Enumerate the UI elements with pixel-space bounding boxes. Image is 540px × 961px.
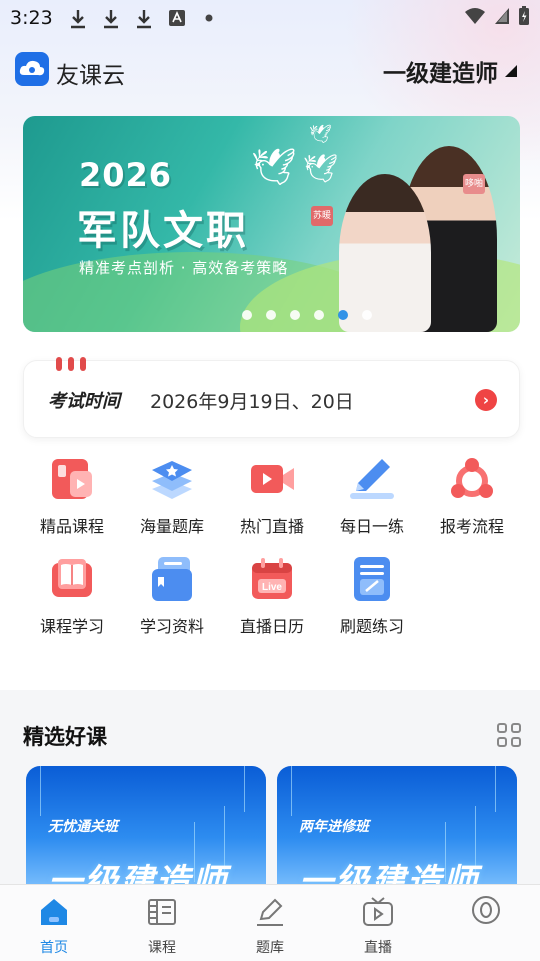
- course-icon: [148, 899, 176, 925]
- status-bar: 3:23: [0, 0, 540, 36]
- home-icon: [41, 899, 67, 925]
- menu-item-premium-courses[interactable]: 精品课程: [22, 455, 122, 537]
- bottom-nav: 首页 课程 题库 直播: [0, 884, 540, 961]
- question-bank-icon: [257, 898, 283, 926]
- menu-label: 海量题库: [139, 517, 204, 536]
- promo-banner[interactable]: 🕊 🕊 🕊 2026 军队文职 精准考点剖析 · 高效备考策略 苏暖 哆啪: [23, 116, 520, 332]
- book-icon: [48, 555, 96, 603]
- wifi-icon: [465, 8, 485, 24]
- more-notifications-dot-icon: [205, 14, 213, 22]
- menu-item-study-materials[interactable]: 学习资料: [122, 555, 222, 637]
- app-header: 友课云 一级建造师: [0, 48, 540, 92]
- course-card[interactable]: 无忧通关班 一级建造师: [26, 766, 266, 896]
- nav-tab-question-bank[interactable]: 题库: [235, 895, 305, 957]
- nav-tab-profile[interactable]: [451, 895, 521, 937]
- profile-icon: [472, 896, 500, 924]
- menu-label: 刷题练习: [339, 617, 404, 636]
- status-time: 3:23: [10, 7, 53, 29]
- menu-label: 学习资料: [139, 617, 204, 636]
- carousel-dot[interactable]: [313, 310, 324, 320]
- menu-item-course-study[interactable]: 课程学习: [22, 555, 122, 637]
- carousel-indicator: [23, 310, 520, 320]
- menu-item-live-calendar[interactable]: Live 直播日历: [222, 555, 322, 637]
- menu-label: 课程学习: [39, 617, 104, 636]
- bird-decoration-icon: 🕊: [309, 124, 332, 145]
- menu-item-question-practice[interactable]: 刷题练习: [322, 555, 422, 637]
- video-card-icon: [48, 455, 96, 503]
- svg-text:Live: Live: [262, 582, 282, 593]
- menu-label: 精品课程: [39, 517, 104, 536]
- calendar-live-icon: Live: [248, 555, 296, 603]
- download-icon: [137, 10, 151, 29]
- exam-time-label: 考试时间: [48, 387, 120, 413]
- menu-item-daily-practice[interactable]: 每日一练: [322, 455, 422, 537]
- pin-decoration: [56, 357, 86, 371]
- menu-label: 报考流程: [439, 517, 504, 536]
- carousel-dot[interactable]: [241, 310, 252, 320]
- carousel-dot[interactable]: [265, 310, 276, 320]
- carousel-dot[interactable]: [289, 310, 300, 320]
- pencil-icon: [348, 455, 396, 503]
- exam-time-card[interactable]: 考试时间 2026年9月19日、20日 ›: [23, 357, 520, 438]
- menu-item-hot-live[interactable]: 热门直播: [222, 455, 322, 537]
- nav-label: 直播: [364, 940, 392, 956]
- signal-icon: [495, 8, 509, 24]
- nav-tab-courses[interactable]: 课程: [127, 895, 197, 957]
- tv-icon: [363, 897, 393, 926]
- course-badge: 无忧通关班: [48, 819, 118, 835]
- course-card[interactable]: 两年进修班 一级建造师: [277, 766, 517, 896]
- banner-title: 军队文职: [77, 208, 249, 254]
- app-logo-icon: [15, 52, 49, 86]
- layer-stack-icon: [148, 455, 196, 503]
- bird-decoration-icon: 🕊: [303, 152, 339, 185]
- menu-item-registration-process[interactable]: 报考流程: [422, 455, 522, 537]
- teacher-name-tag: 哆啪: [463, 174, 485, 194]
- grid-view-icon[interactable]: [497, 723, 521, 747]
- menu-item-question-bank[interactable]: 海量题库: [122, 455, 222, 537]
- dropdown-triangle-icon: [505, 65, 517, 77]
- flow-circle-icon: [448, 455, 496, 503]
- teacher-photo: [339, 174, 431, 332]
- bird-decoration-icon: 🕊: [251, 147, 297, 188]
- nav-tab-home[interactable]: 首页: [19, 895, 89, 957]
- nav-label: 课程: [148, 940, 176, 956]
- nav-label: 题库: [256, 940, 284, 956]
- app-notification-icon: [169, 10, 185, 26]
- teacher-name-tag: 苏暖: [311, 206, 333, 226]
- download-icon: [71, 10, 85, 29]
- nav-tab-live[interactable]: 直播: [343, 895, 413, 957]
- documents-icon: [148, 555, 196, 603]
- download-icon: [104, 10, 118, 29]
- nav-label: 首页: [40, 940, 68, 956]
- carousel-dot-active[interactable]: [337, 310, 348, 320]
- chevron-right-icon[interactable]: ›: [475, 389, 497, 411]
- course-badge: 两年进修班: [299, 819, 369, 835]
- menu-label: 每日一练: [339, 517, 404, 536]
- app-name: 友课云: [56, 63, 125, 89]
- exam-date: 2026年9月19日、20日: [150, 391, 354, 413]
- banner-year: 2026: [79, 156, 173, 194]
- banner-subtitle: 精准考点剖析 · 高效备考策略: [79, 259, 289, 277]
- battery-charging-icon: [519, 6, 529, 25]
- menu-label: 热门直播: [239, 517, 304, 536]
- menu-label: 直播日历: [239, 617, 304, 636]
- featured-section-title: 精选好课: [23, 725, 107, 749]
- carousel-dot[interactable]: [361, 310, 372, 320]
- exam-type-label: 一级建造师: [383, 61, 498, 87]
- live-camera-icon: [248, 455, 296, 503]
- notepad-icon: [348, 555, 396, 603]
- exam-type-selector[interactable]: 一级建造师: [383, 54, 518, 88]
